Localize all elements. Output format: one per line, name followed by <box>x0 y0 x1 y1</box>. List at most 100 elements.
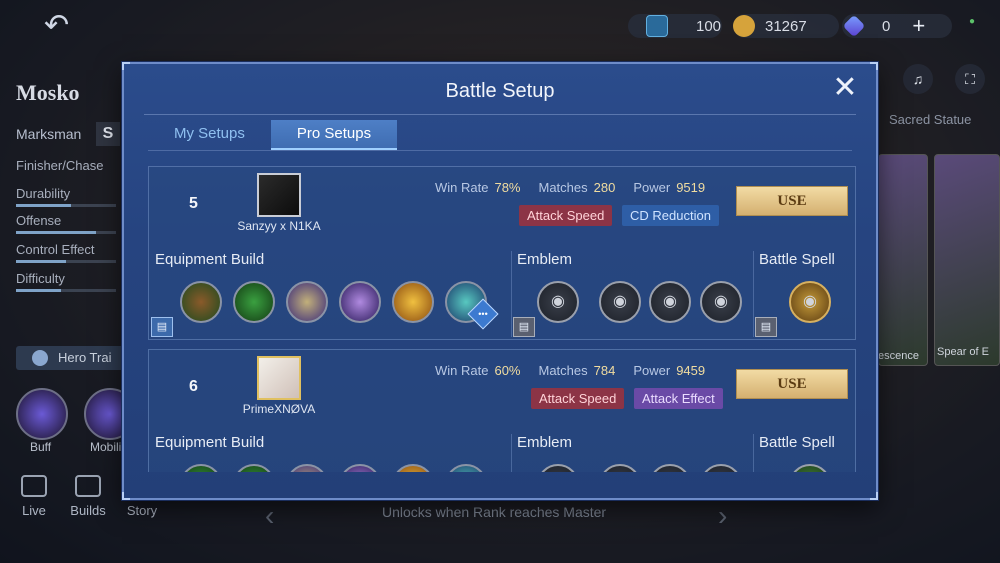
power-label: Power <box>633 363 671 378</box>
scythe-item-icon[interactable] <box>233 464 275 472</box>
spear-item-icon[interactable] <box>445 464 487 472</box>
emblem-talent-icon[interactable]: ◉ <box>599 464 641 472</box>
emblem-main-icon[interactable]: ◉ <box>537 464 579 472</box>
matches-label: Matches <box>538 180 588 195</box>
player-avatar[interactable] <box>257 356 301 400</box>
use-button[interactable]: USE <box>736 186 848 216</box>
divider <box>144 114 856 115</box>
skill-buff-icon[interactable] <box>16 388 68 440</box>
video-icon <box>21 475 47 497</box>
hero-train-button[interactable]: Hero Trai <box>16 346 126 370</box>
player-name: PrimeXNØVA <box>242 402 316 416</box>
next-arrow-icon[interactable]: › <box>718 500 727 532</box>
ticket-value: 100 <box>696 17 722 35</box>
boots-item-icon[interactable] <box>180 464 222 472</box>
prev-arrow-icon[interactable]: ‹ <box>265 500 274 532</box>
equipment-label: Equipment Build <box>155 251 265 268</box>
emblem-talent-icon[interactable]: ◉ <box>599 281 641 323</box>
skin-card[interactable] <box>934 154 1000 366</box>
divider <box>511 251 512 337</box>
emblem-main-icon[interactable]: ◉ <box>537 281 579 323</box>
stat-label: Finisher/Chase <box>16 158 104 173</box>
battle-spell-icon[interactable]: ◉ <box>789 281 831 323</box>
tab-bar: My Setups Pro Setups <box>148 120 398 150</box>
tag-badge: Attack Effect <box>634 388 723 409</box>
fullscreen-icon[interactable]: ⛶ <box>955 64 985 94</box>
top-bar: ↶ 100 31267 0 + ● <box>0 8 1000 44</box>
hero-role: Marksman <box>16 126 82 142</box>
golden-staff-item-icon[interactable] <box>392 464 434 472</box>
stat-label: Offense <box>16 213 62 228</box>
setup-stats: Win Rate 78% Matches 280 Power 9519 <box>435 180 723 195</box>
emblem-label: Emblem <box>517 434 573 451</box>
diamond-counter[interactable]: 0 + <box>842 13 952 39</box>
nav-live[interactable]: Live <box>12 475 56 518</box>
matches-label: Matches <box>538 363 588 378</box>
lightning-item-icon[interactable] <box>339 464 381 472</box>
stat-bar <box>16 204 116 207</box>
tab-pro-setups[interactable]: Pro Setups <box>270 120 398 150</box>
win-rate-label: Win Rate <box>435 180 489 195</box>
stat-label: Difficulty <box>16 271 65 286</box>
battle-spell-label: Battle Spell <box>759 434 835 451</box>
copy-spell-icon[interactable]: ▤ <box>755 317 777 337</box>
ticket-counter[interactable]: 100 <box>628 14 722 38</box>
blade-item-icon[interactable] <box>286 281 328 323</box>
blade-item-icon[interactable] <box>286 464 328 472</box>
player-avatar[interactable] <box>257 173 301 217</box>
tab-my-setups[interactable]: My Setups <box>148 120 271 150</box>
hero-name: Mosko <box>16 80 80 105</box>
stat-label: Durability <box>16 186 71 201</box>
stat-bar <box>16 260 116 263</box>
emblem-label: Emblem <box>517 251 573 268</box>
golden-staff-item-icon[interactable] <box>392 281 434 323</box>
scythe-item-icon[interactable] <box>233 281 275 323</box>
skin-card[interactable] <box>878 154 928 366</box>
emblem-talent-icon[interactable]: ◉ <box>700 281 742 323</box>
boots-item-icon[interactable] <box>180 281 222 323</box>
modal-title: Battle Setup <box>445 80 555 102</box>
hero-train-label: Hero Trai <box>58 350 112 365</box>
close-icon[interactable]: ✕ <box>832 73 858 103</box>
lightning-item-icon[interactable] <box>339 281 381 323</box>
corner-ornament <box>870 62 878 70</box>
more-items-icon[interactable] <box>467 298 499 330</box>
copy-emblem-icon[interactable]: ▤ <box>513 317 535 337</box>
setup-rank: 5 <box>189 195 198 212</box>
nav-builds[interactable]: Builds <box>66 475 110 518</box>
corner-ornament <box>122 492 130 500</box>
win-rate-value: 60% <box>494 363 521 378</box>
add-diamond-icon[interactable]: + <box>912 13 925 39</box>
battle-spell-icon[interactable]: ◉ <box>789 464 831 472</box>
setup-card: 6 PrimeXNØVA Win Rate 60% Matches 784 Power 9… <box>148 349 856 472</box>
back-arrow-icon[interactable]: ↶ <box>44 11 108 42</box>
emblem-talent-icon[interactable]: ◉ <box>700 464 742 472</box>
sacred-statue-label: Sacred Statue <box>889 112 972 127</box>
emblem-talent-icon[interactable]: ◉ <box>649 464 691 472</box>
matches-value: 280 <box>593 180 616 195</box>
setup-card: 5 Sanzyy x N1KA Win Rate 78% Matches 280 Pow… <box>148 166 856 340</box>
builds-icon <box>75 475 101 497</box>
emblem-talent-icon[interactable]: ◉ <box>649 281 691 323</box>
sound-icon[interactable]: ♫ <box>903 64 933 94</box>
nav-label: Live <box>22 503 46 518</box>
setup-rank: 6 <box>189 378 198 395</box>
role-icon: S <box>96 122 120 146</box>
tag-badge: Attack Speed <box>531 388 625 409</box>
skin-card-label: escence <box>878 350 919 362</box>
copy-build-icon[interactable]: ▤ <box>151 317 173 337</box>
corner-ornament <box>122 62 130 70</box>
skin-card-label: Spear of E <box>937 346 989 358</box>
coin-icon <box>733 15 755 37</box>
coin-counter[interactable]: 31267 <box>733 14 839 38</box>
stat-bar <box>16 231 116 234</box>
diamond-value: 0 <box>882 17 891 35</box>
matches-value: 784 <box>593 363 616 378</box>
coin-value: 31267 <box>765 17 807 35</box>
use-button[interactable]: USE <box>736 369 848 399</box>
setup-list[interactable]: 5 Sanzyy x N1KA Win Rate 78% Matches 280 Pow… <box>148 166 856 472</box>
stat-label: Control Effect <box>16 242 95 257</box>
tag-badge: Attack Speed <box>519 205 613 226</box>
setup-stats: Win Rate 60% Matches 784 Power 9459 <box>435 363 723 378</box>
win-rate-value: 78% <box>494 180 521 195</box>
